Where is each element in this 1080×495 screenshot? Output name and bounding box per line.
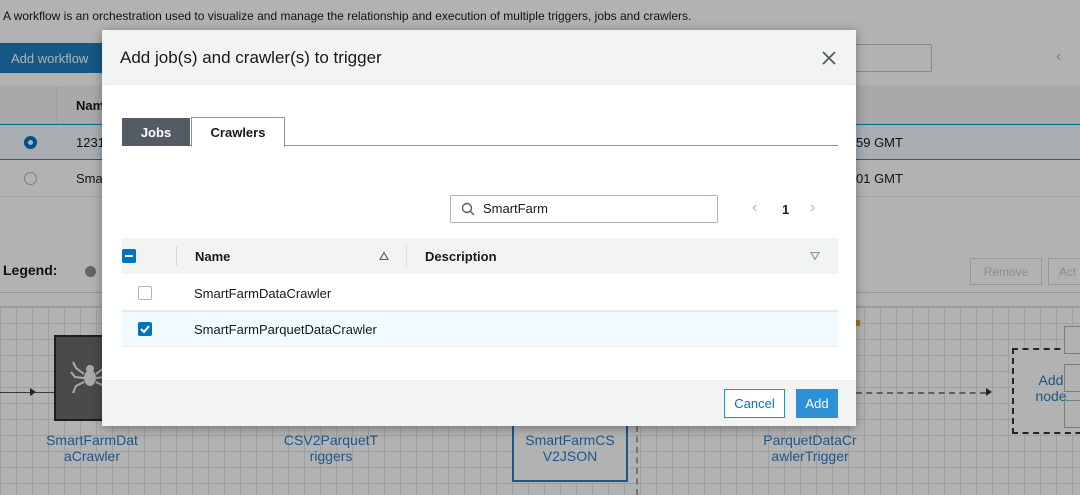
row-checkbox[interactable] — [138, 322, 152, 336]
cancel-button[interactable]: Cancel — [724, 389, 785, 418]
column-header-description[interactable]: Description — [425, 249, 497, 264]
row-checkbox[interactable] — [138, 286, 152, 300]
column-divider — [406, 246, 407, 266]
page-number[interactable]: 1 — [782, 202, 789, 217]
sort-ascending-icon[interactable] — [379, 251, 389, 261]
sort-descending-icon[interactable] — [810, 251, 820, 261]
table-row[interactable]: SmartFarmDataCrawler — [122, 275, 838, 311]
checkmark-icon — [140, 325, 150, 334]
close-icon — [822, 51, 836, 65]
close-button[interactable] — [818, 47, 840, 69]
chevron-left-icon[interactable]: ‹ — [752, 199, 757, 217]
add-to-trigger-dialog: Add job(s) and crawler(s) to trigger Job… — [102, 30, 856, 426]
crawler-table-header: Name Description — [122, 238, 838, 274]
table-row[interactable]: SmartFarmParquetDataCrawler — [122, 311, 838, 347]
select-all-checkbox[interactable] — [122, 249, 136, 263]
tab-jobs[interactable]: Jobs — [122, 118, 190, 146]
dialog-title: Add job(s) and crawler(s) to trigger — [120, 48, 382, 67]
crawler-name: SmartFarmParquetDataCrawler — [194, 322, 377, 337]
search-icon — [461, 202, 475, 216]
column-divider — [176, 246, 177, 266]
dialog-header: Add job(s) and crawler(s) to trigger — [102, 30, 856, 85]
crawler-name: SmartFarmDataCrawler — [194, 286, 332, 301]
tab-crawlers[interactable]: Crawlers — [191, 117, 285, 147]
search-input[interactable] — [483, 201, 703, 216]
add-button[interactable]: Add — [796, 389, 838, 418]
column-header-name[interactable]: Name — [195, 249, 230, 264]
chevron-right-icon[interactable]: › — [810, 199, 815, 217]
crawler-search-field[interactable] — [450, 195, 718, 223]
